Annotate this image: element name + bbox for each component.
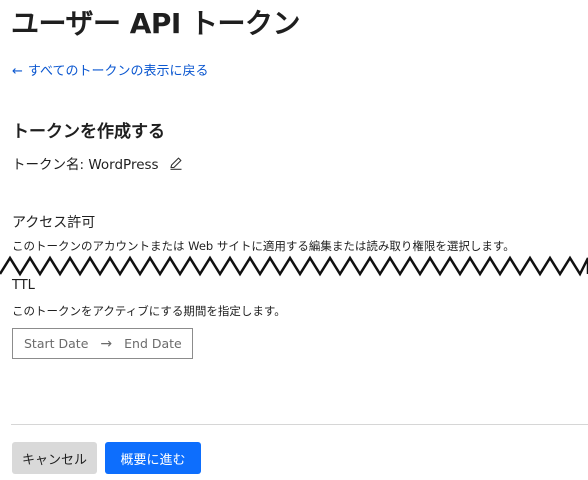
api-token-page: ユーザー API トークン ← すべてのトークンの表示に戻る トークンを作成する …: [0, 0, 588, 480]
ttl-description: このトークンをアクティブにする期間を指定します。: [12, 304, 286, 318]
footer-divider: [11, 424, 588, 425]
page-title: ユーザー API トークン: [11, 7, 301, 40]
back-to-tokens-link[interactable]: ← すべてのトークンの表示に戻る: [12, 60, 208, 79]
token-name-text: トークン名: WordPress: [12, 157, 159, 173]
arrow-left-icon: ←: [12, 64, 23, 79]
continue-to-summary-button[interactable]: 概要に進む: [105, 442, 201, 474]
end-date-input[interactable]: End Date: [124, 336, 182, 351]
token-name-row: トークン名: WordPress: [12, 153, 184, 173]
ttl-label: TTL: [12, 278, 35, 293]
arrow-right-icon: →: [100, 335, 113, 352]
date-range-picker[interactable]: Start Date → End Date: [12, 328, 193, 359]
torn-edge-divider: [0, 255, 588, 282]
back-link-label: すべてのトークンの表示に戻る: [27, 64, 209, 79]
start-date-input[interactable]: Start Date: [24, 336, 88, 351]
access-permission-label: アクセス許可: [12, 215, 96, 231]
section-title: トークンを作成する: [12, 122, 165, 142]
cancel-button[interactable]: キャンセル: [12, 442, 97, 474]
pencil-icon[interactable]: [168, 155, 184, 171]
